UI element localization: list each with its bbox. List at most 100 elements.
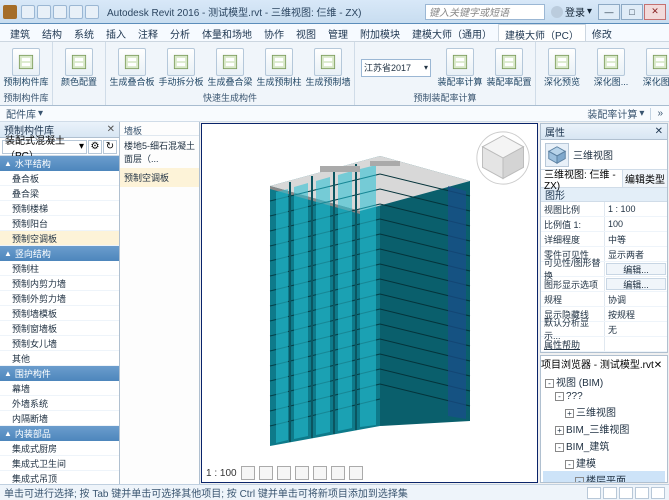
property-value[interactable]: 中等 xyxy=(605,232,667,246)
close-button[interactable]: ✕ xyxy=(644,4,666,20)
library-item[interactable]: 内隔断墙 xyxy=(0,411,119,426)
ribbon-tab[interactable]: 建模大师（通用） xyxy=(406,24,498,41)
library-item[interactable]: 幕墙 xyxy=(0,381,119,396)
property-value[interactable]: 100 xyxy=(605,217,667,231)
ribbon-tab[interactable]: 分析 xyxy=(164,24,196,41)
filter-icon[interactable]: ⚙ xyxy=(88,140,102,154)
optbar-a[interactable]: 配件库 xyxy=(6,106,36,121)
qat-print-icon[interactable] xyxy=(85,5,99,19)
ribbon-tab[interactable]: 修改 xyxy=(586,24,618,41)
status-icon[interactable] xyxy=(635,487,649,499)
ribbon-button[interactable]: 装配率计算 xyxy=(437,44,483,91)
qat-redo-icon[interactable] xyxy=(69,5,83,19)
ribbon-tab[interactable]: 协作 xyxy=(258,24,290,41)
ribbon-tab[interactable]: 建筑 xyxy=(4,24,36,41)
status-icon[interactable] xyxy=(603,487,617,499)
category-header[interactable]: ▲竖向结构 xyxy=(0,246,119,261)
reveal-icon[interactable] xyxy=(349,466,363,480)
qat-save-icon[interactable] xyxy=(37,5,51,19)
ribbon-tab[interactable]: 附加模块 xyxy=(354,24,406,41)
qat-undo-icon[interactable] xyxy=(53,5,67,19)
library-item[interactable]: 叠合梁 xyxy=(0,186,119,201)
ribbon-tab[interactable]: 体量和场地 xyxy=(196,24,258,41)
library-item[interactable]: 预制楼梯 xyxy=(0,201,119,216)
crop-icon[interactable] xyxy=(313,466,327,480)
category-header[interactable]: ▲水平结构 xyxy=(0,156,119,171)
library-item[interactable]: 预制女儿墙 xyxy=(0,336,119,351)
ribbon-tab[interactable]: 建模大师（PC） xyxy=(498,24,586,41)
property-value[interactable]: 编辑... xyxy=(606,263,666,275)
tree-node[interactable]: +三维视图 xyxy=(543,403,665,420)
filter-refresh-icon[interactable]: ↻ xyxy=(103,140,117,154)
ribbon-tab[interactable]: 系统 xyxy=(68,24,100,41)
status-icon[interactable] xyxy=(651,487,665,499)
tree-node[interactable]: -建模 xyxy=(543,454,665,471)
library-item[interactable]: 预制柱 xyxy=(0,261,119,276)
ribbon-button[interactable]: 深化预览 xyxy=(539,44,585,91)
midpane-item[interactable]: 预制空调板 xyxy=(120,168,199,187)
login-button[interactable]: 登录▾ xyxy=(551,4,592,19)
maximize-button[interactable]: □ xyxy=(621,4,643,20)
close-icon[interactable]: ✕ xyxy=(107,124,115,135)
property-value[interactable]: 显示两者 xyxy=(605,247,667,261)
ribbon-button[interactable]: 生成预制柱 xyxy=(256,44,302,91)
ribbon-button[interactable]: 深化图... xyxy=(637,44,669,91)
ribbon-tab[interactable]: 视图 xyxy=(290,24,322,41)
optbar-expand[interactable]: » xyxy=(657,108,663,119)
status-icon[interactable] xyxy=(587,487,601,499)
library-item[interactable]: 外墙系统 xyxy=(0,396,119,411)
library-item[interactable]: 其他 xyxy=(0,351,119,366)
property-value[interactable]: 无 xyxy=(605,322,667,336)
optbar-b[interactable]: 装配率计算 xyxy=(587,106,637,121)
ribbon-tab[interactable]: 注释 xyxy=(132,24,164,41)
tree-node[interactable]: -楼层平面 xyxy=(543,471,665,483)
visual-style-icon[interactable] xyxy=(259,466,273,480)
close-icon[interactable]: ✕ xyxy=(655,126,663,137)
property-value[interactable]: 协调 xyxy=(605,292,667,306)
library-item[interactable]: 预制空调板 xyxy=(0,231,119,246)
library-item[interactable]: 预制墙模板 xyxy=(0,306,119,321)
library-item[interactable]: 预制内剪力墙 xyxy=(0,276,119,291)
library-item[interactable]: 集成式厨房 xyxy=(0,441,119,456)
ribbon-button[interactable]: 生成叠合梁 xyxy=(207,44,253,91)
tree-node[interactable]: -视图 (BIM) xyxy=(543,373,665,390)
close-icon[interactable]: ✕ xyxy=(654,360,662,371)
library-item[interactable]: 预制阳台 xyxy=(0,216,119,231)
library-item[interactable]: 预制外剪力墙 xyxy=(0,291,119,306)
ribbon-button[interactable]: 装配率配置 xyxy=(486,44,532,91)
shadows-icon[interactable] xyxy=(295,466,309,480)
property-value[interactable]: 编辑... xyxy=(606,278,666,290)
ribbon-button[interactable]: 预制构件库 xyxy=(3,44,49,91)
scale-label[interactable]: 1 : 100 xyxy=(206,468,237,479)
tree-node[interactable]: -BIM_建筑 xyxy=(543,437,665,454)
status-icon[interactable] xyxy=(619,487,633,499)
viewport-3d[interactable]: 1 : 100 xyxy=(201,123,538,483)
filter-dropdown[interactable]: 装配式混凝土（PC）▾ xyxy=(2,140,87,154)
ribbon-tab[interactable]: 结构 xyxy=(36,24,68,41)
category-header[interactable]: ▲围护构件 xyxy=(0,366,119,381)
ribbon-button[interactable]: 生成叠合板 xyxy=(109,44,155,91)
property-value[interactable]: 按规程 xyxy=(605,307,667,321)
search-input[interactable]: 键入关键字或短语 xyxy=(425,4,545,20)
ribbon-button[interactable]: 手动拆分板 xyxy=(158,44,204,91)
property-value[interactable]: 1 : 100 xyxy=(605,202,667,216)
ribbon-tab[interactable]: 管理 xyxy=(322,24,354,41)
midpane-item[interactable]: 楼地5-细石混凝土面层（... xyxy=(120,136,199,168)
tree-node[interactable]: -??? xyxy=(543,390,665,403)
ribbon-button[interactable]: 深化图... xyxy=(588,44,634,91)
qat-open-icon[interactable] xyxy=(21,5,35,19)
tree-node[interactable]: +BIM_三维视图 xyxy=(543,420,665,437)
ribbon-button[interactable]: 生成预制墙 xyxy=(305,44,351,91)
detail-level-icon[interactable] xyxy=(241,466,255,480)
minimize-button[interactable]: — xyxy=(598,4,620,20)
library-item[interactable]: 集成式吊顶 xyxy=(0,471,119,484)
category-header[interactable]: ▲内装部品 xyxy=(0,426,119,441)
properties-help-link[interactable]: 属性帮助 xyxy=(541,337,605,351)
hide-icon[interactable] xyxy=(331,466,345,480)
sun-path-icon[interactable] xyxy=(277,466,291,480)
library-item[interactable]: 叠合板 xyxy=(0,171,119,186)
library-item[interactable]: 集成式卫生间 xyxy=(0,456,119,471)
ribbon-button[interactable]: 颜色配置 xyxy=(56,44,102,91)
instance-dropdown[interactable]: 三维视图: 仨维 - ZX) xyxy=(541,170,623,187)
view-cube[interactable] xyxy=(475,130,531,186)
